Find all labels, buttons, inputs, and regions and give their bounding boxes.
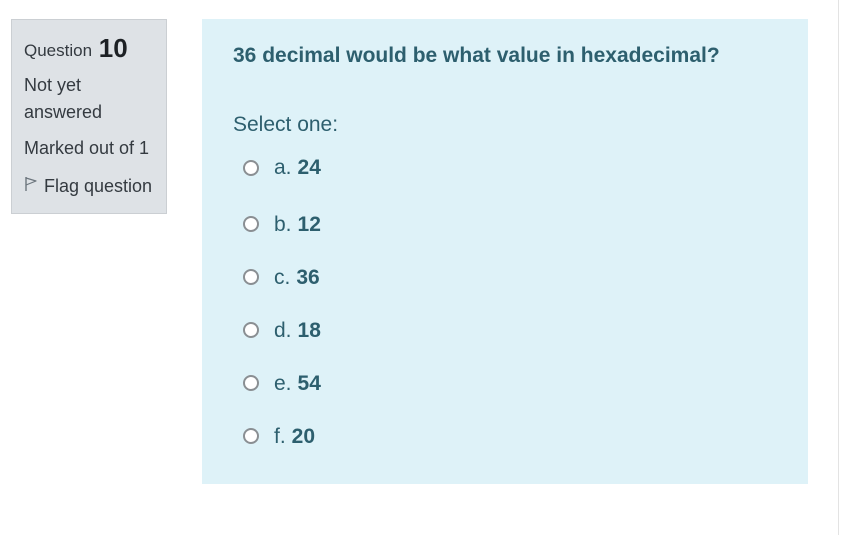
question-label: Question [24,41,93,60]
flag-icon [24,174,44,198]
option-letter: a. [274,156,292,179]
question-number: Question 10 [24,34,166,65]
answer-prompt: Select one: [233,113,339,136]
answer-option-f[interactable]: f. 20 [233,410,808,463]
question-number-value: 10 [98,33,128,63]
flag-question-label: Flag question [44,176,153,196]
radio-button[interactable] [243,159,259,176]
answer-list: a. 24 b. 12 c. 36 d. 18 e. 54 f. 20 [233,145,808,463]
question-info-panel: Question 10 Not yet answered Marked out … [11,19,167,214]
radio-button[interactable] [243,428,259,444]
option-value: 18 [297,318,321,342]
radio-button[interactable] [243,375,259,391]
option-letter: d. [274,318,292,342]
page-edge-divider [838,0,839,535]
question-content: 36 decimal would be what value in hexade… [202,19,808,484]
radio-button[interactable] [243,322,259,338]
radio-button[interactable] [243,216,259,232]
option-letter: f. [274,424,286,448]
question-grade: Marked out of 1 [24,138,150,158]
option-value: 24 [297,156,321,179]
question-state: Not yet answered [24,75,103,122]
question-text: 36 decimal would be what value in hexade… [233,44,720,67]
option-value: 54 [297,371,321,395]
radio-button[interactable] [243,269,259,285]
option-value: 20 [291,424,316,448]
option-letter: b. [274,212,292,236]
option-letter: c. [274,265,291,289]
answer-option-b[interactable]: b. 12 [233,198,808,251]
option-value: 12 [297,212,321,236]
option-letter: e. [274,371,292,395]
option-value: 36 [296,265,320,289]
answer-option-e[interactable]: e. 54 [233,357,808,410]
answer-option-c[interactable]: c. 36 [233,251,808,304]
answer-option-a[interactable]: a. 24 [233,145,808,191]
answer-option-d[interactable]: d. 18 [233,304,808,357]
flag-question-button[interactable]: Flag question [24,174,166,198]
